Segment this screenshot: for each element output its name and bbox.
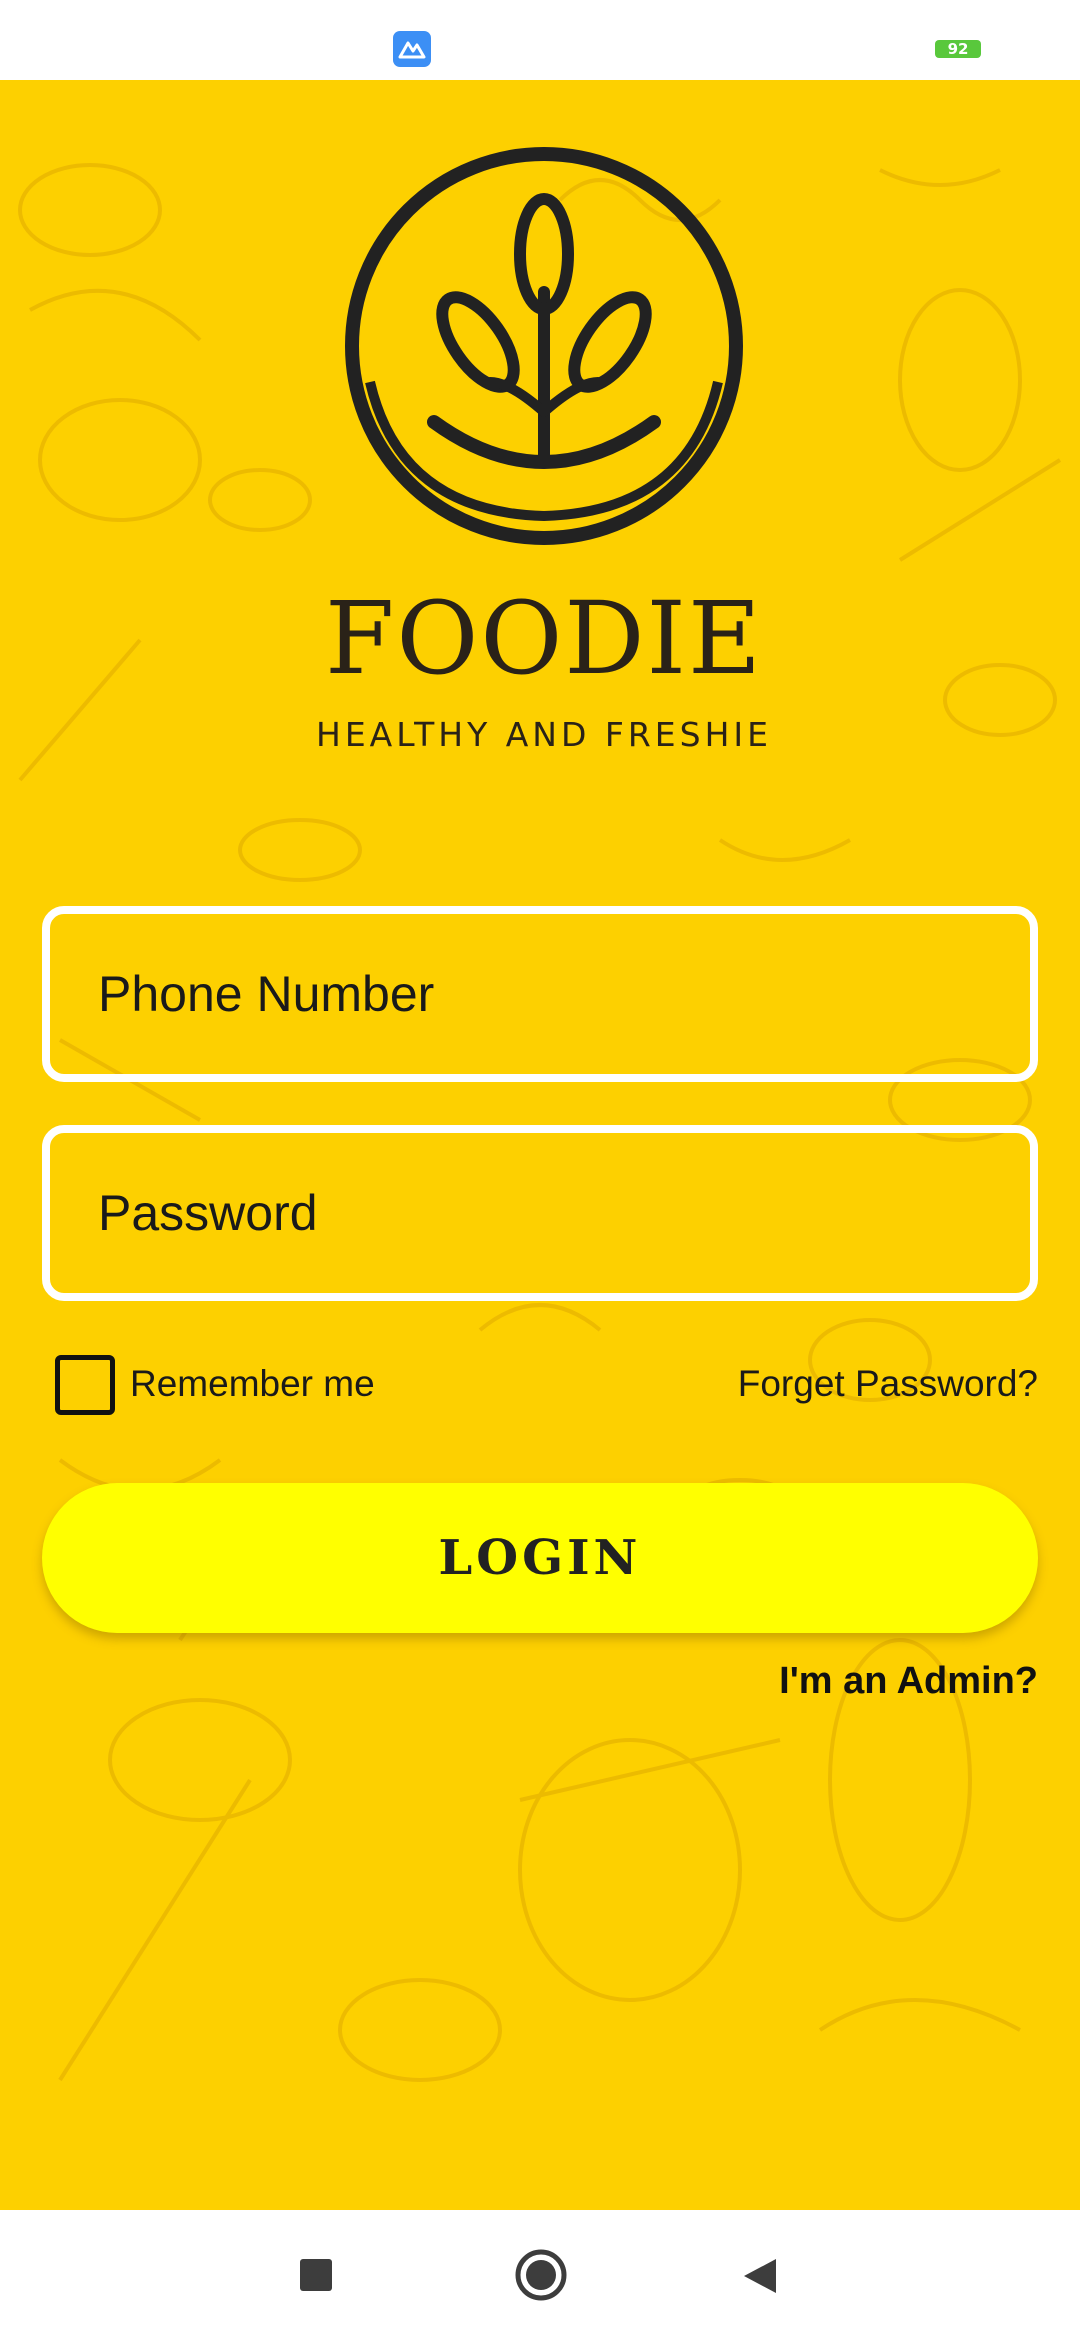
forget-password-link[interactable]: Forget Password? (738, 1363, 1038, 1405)
back-icon[interactable] (742, 2257, 778, 2295)
login-button-label: LOGIN (438, 1530, 642, 1586)
login-button[interactable]: LOGIN (42, 1483, 1038, 1633)
home-icon[interactable] (514, 2248, 568, 2302)
app-notification-icon (393, 31, 431, 67)
battery-icon: 92 (935, 40, 981, 58)
brand-tagline: HEALTHY AND FRESHIE (316, 715, 772, 754)
admin-login-link[interactable]: I'm an Admin? (779, 1660, 1038, 1703)
recents-icon[interactable] (300, 2259, 332, 2291)
phone-number-input[interactable]: Phone Number (42, 906, 1038, 1082)
sprout-in-circle-logo (345, 147, 743, 545)
navigation-bar (0, 2210, 1080, 2340)
password-input[interactable]: Password (42, 1125, 1038, 1301)
phone-number-placeholder: Phone Number (98, 966, 435, 1022)
remember-me-checkbox[interactable] (55, 1355, 115, 1415)
login-background: FOODIE HEALTHY AND FRESHIE Phone Number … (0, 80, 1080, 2210)
brand-title: FOODIE (324, 580, 764, 697)
status-bar: 92 (0, 0, 1080, 80)
remember-me-label[interactable]: Remember me (130, 1363, 375, 1405)
password-placeholder: Password (98, 1185, 318, 1241)
login-screen: 92 FOODIE HEALTHY AND FRESHIE Phone Numb… (0, 0, 1080, 2340)
